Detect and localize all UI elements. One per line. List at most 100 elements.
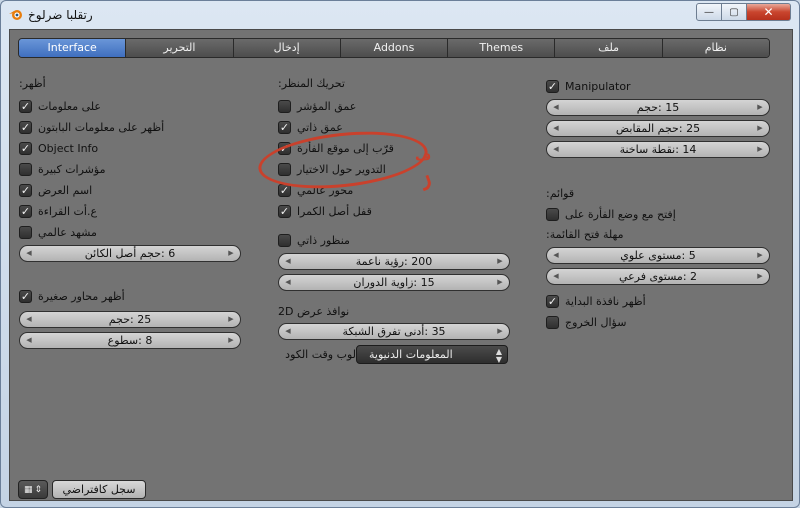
- view-manipulation-header: تحريك المنظر:: [278, 77, 345, 90]
- mini-axes-brightness-field[interactable]: ◀ 8 :سطوع ▶: [19, 332, 241, 349]
- mini-axes-toggle[interactable]: ✓ أظهر محاور صغيرة: [19, 286, 241, 307]
- manipulator-column: ✓ Manipulator ◀ 15 :حجم ▶ ◀ 25 :حجم المقا…: [546, 76, 770, 333]
- decrement-arrow-icon[interactable]: ◀: [282, 275, 294, 290]
- tab-editing[interactable]: التحرير: [125, 39, 233, 57]
- minimize-button[interactable]: —: [696, 3, 722, 21]
- view-item[interactable]: عمق المؤشر: [278, 96, 510, 117]
- open-delay-header: مهلة فتح القائمة:: [546, 228, 624, 241]
- tab-file[interactable]: ملف: [554, 39, 662, 57]
- increment-arrow-icon[interactable]: ▶: [494, 324, 506, 339]
- decrement-arrow-icon[interactable]: ◀: [550, 248, 562, 263]
- increment-arrow-icon[interactable]: ▶: [754, 248, 766, 263]
- checkbox[interactable]: ✓: [19, 121, 32, 134]
- menu-top-level-field[interactable]: ◀ 5 :مستوى علوي ▶: [546, 247, 770, 264]
- increment-arrow-icon[interactable]: ▶: [225, 333, 237, 348]
- tab-addons[interactable]: Addons: [339, 39, 448, 57]
- display-item[interactable]: ✓ اسم العرض: [19, 180, 241, 201]
- checkbox[interactable]: [19, 226, 32, 239]
- grid-min-spacing-field[interactable]: ◀ 35 :أدنى تفرق الشبكة ▶: [278, 323, 510, 340]
- tab-input[interactable]: إدخال: [232, 39, 340, 57]
- rotation-angle-field[interactable]: ◀ 15 :زاوية الدوران ▶: [278, 274, 510, 291]
- manipulator-size-field[interactable]: ◀ 15 :حجم ▶: [546, 99, 770, 116]
- increment-arrow-icon[interactable]: ▶: [225, 312, 237, 327]
- increment-arrow-icon[interactable]: ▶: [754, 100, 766, 115]
- window-controls: — ▢ ✕: [696, 3, 791, 21]
- smooth-view-field[interactable]: ◀ 200 :رؤية ناعمة ▶: [278, 253, 510, 270]
- check-icon: ✓: [20, 184, 31, 197]
- editor-type-button[interactable]: ▦ ⇕: [18, 480, 48, 499]
- display-item[interactable]: ✓ على معلومات: [19, 96, 241, 117]
- check-icon: ✓: [20, 100, 31, 113]
- check-icon: ✓: [279, 121, 290, 134]
- checkbox[interactable]: ✓: [278, 121, 291, 134]
- title-bar: رتقلبا ضرلوخ — ▢ ✕: [1, 1, 799, 29]
- checkbox[interactable]: ✓: [19, 100, 32, 113]
- increment-arrow-icon[interactable]: ▶: [494, 275, 506, 290]
- display-item[interactable]: ✓ أظهر على معلومات البابتون: [19, 117, 241, 138]
- display-item[interactable]: ✓ ع.أت القراءة: [19, 201, 241, 222]
- tab-system[interactable]: نظام: [661, 39, 769, 57]
- timecode-style-label: لوب وقت الكود: [285, 347, 356, 361]
- display-item[interactable]: مشهد عالمي: [19, 222, 241, 243]
- checkbox[interactable]: [19, 163, 32, 176]
- manipulator-hotspot-field[interactable]: ◀ 14 :نقطة ساخنة ▶: [546, 141, 770, 158]
- decrement-arrow-icon[interactable]: ◀: [23, 312, 35, 327]
- app-window: رتقلبا ضرلوخ — ▢ ✕ Interface التحرير إدخ…: [0, 0, 800, 508]
- display-header: أظهر:: [19, 77, 46, 90]
- decrement-arrow-icon[interactable]: ◀: [23, 333, 35, 348]
- manipulator-handle-size-field[interactable]: ◀ 25 :حجم المقابض ▶: [546, 120, 770, 137]
- view-item[interactable]: ✓ عمق ذاتي: [278, 117, 510, 138]
- checkbox[interactable]: ✓: [19, 142, 32, 155]
- increment-arrow-icon[interactable]: ▶: [754, 121, 766, 136]
- object-origin-size-field[interactable]: ◀ 6 :حجم أصل الكائن ▶: [19, 245, 241, 262]
- close-button[interactable]: ✕: [747, 3, 791, 21]
- preferences-panel: Interface التحرير إدخال Addons Themes مل…: [9, 29, 793, 501]
- blender-logo-icon: [9, 10, 22, 20]
- decrement-arrow-icon[interactable]: ◀: [550, 142, 562, 157]
- decrement-arrow-icon[interactable]: ◀: [550, 100, 562, 115]
- manipulator-toggle[interactable]: ✓ Manipulator: [546, 76, 770, 97]
- prompt-quit-toggle[interactable]: سؤال الخروج: [546, 312, 770, 333]
- view-item[interactable]: ✓ محور عالمي: [278, 180, 510, 201]
- display-item[interactable]: مؤشرات كبيرة: [19, 159, 241, 180]
- checkbox[interactable]: ✓: [278, 184, 291, 197]
- decrement-arrow-icon[interactable]: ◀: [550, 269, 562, 284]
- checkbox[interactable]: ✓: [19, 184, 32, 197]
- mini-axes-size-field[interactable]: ◀ 25 :حجم ▶: [19, 311, 241, 328]
- checkbox[interactable]: ✓: [546, 295, 559, 308]
- view-item[interactable]: ✓ قرّب إلى موقع الفأرة: [278, 138, 510, 159]
- tab-themes[interactable]: Themes: [447, 39, 555, 57]
- tab-interface[interactable]: Interface: [19, 39, 126, 57]
- checkbox[interactable]: ✓: [278, 142, 291, 155]
- increment-arrow-icon[interactable]: ▶: [225, 246, 237, 261]
- checkbox[interactable]: [546, 316, 559, 329]
- decrement-arrow-icon[interactable]: ◀: [23, 246, 35, 261]
- checkbox[interactable]: [278, 163, 291, 176]
- preferences-icon: ▦: [23, 484, 33, 495]
- menu-sub-level-field[interactable]: ◀ 2 :مستوى فرعي ▶: [546, 268, 770, 285]
- checkbox[interactable]: ✓: [278, 205, 291, 218]
- decrement-arrow-icon[interactable]: ◀: [550, 121, 562, 136]
- save-as-default-button[interactable]: سجل كافتراضي: [52, 480, 146, 499]
- maximize-button[interactable]: ▢: [722, 3, 747, 21]
- timecode-style-select[interactable]: المعلومات الدنيوية ▲ ▼: [356, 344, 508, 364]
- increment-arrow-icon[interactable]: ▶: [754, 142, 766, 157]
- checkbox[interactable]: [278, 234, 291, 247]
- checkbox[interactable]: [546, 208, 559, 221]
- increment-arrow-icon[interactable]: ▶: [494, 254, 506, 269]
- view-item[interactable]: ✓ قفل أصل الكمرا: [278, 201, 510, 222]
- view-item[interactable]: التدوير حول الاختيار: [278, 159, 510, 180]
- check-icon: ✓: [547, 80, 558, 93]
- checkbox[interactable]: ✓: [546, 80, 559, 93]
- increment-arrow-icon[interactable]: ▶: [754, 269, 766, 284]
- open-on-mouse-over-toggle[interactable]: إفتح مع وضع الفأرة على: [546, 204, 770, 225]
- checkbox[interactable]: ✓: [19, 290, 32, 303]
- display-item[interactable]: ✓ Object Info: [19, 138, 241, 159]
- checkbox[interactable]: ✓: [19, 205, 32, 218]
- decrement-arrow-icon[interactable]: ◀: [282, 254, 294, 269]
- decrement-arrow-icon[interactable]: ◀: [282, 324, 294, 339]
- auto-perspective-toggle[interactable]: منظور ذاتي: [278, 230, 510, 251]
- checkbox[interactable]: [278, 100, 291, 113]
- check-icon: ✓: [279, 142, 290, 155]
- splash-screen-toggle[interactable]: ✓ أظهر نافذة البداية: [546, 291, 770, 312]
